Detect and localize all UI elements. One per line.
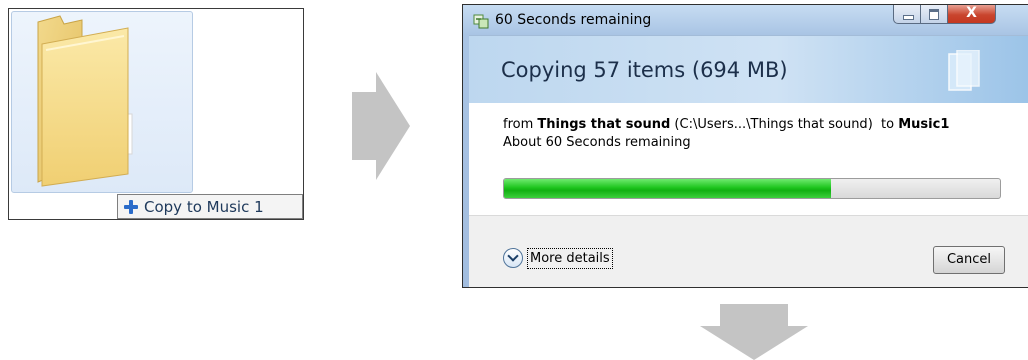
destination-folder-link[interactable]: Music1 <box>898 117 949 132</box>
from-prefix: from <box>503 117 534 132</box>
maximize-button[interactable] <box>921 5 948 24</box>
copy-to-tooltip: Copy to Music 1 <box>117 194 303 219</box>
chevron-down-icon[interactable] <box>503 248 523 268</box>
close-button[interactable]: X <box>948 5 996 24</box>
copy-dialog-icon <box>473 14 489 29</box>
folder-icon <box>37 15 133 187</box>
source-folder-link[interactable]: Things that sound <box>537 117 670 132</box>
copy-to-label: Copy to Music 1 <box>144 197 264 216</box>
window-controls: X <box>893 5 996 25</box>
to-prefix: to <box>881 117 895 132</box>
cancel-button[interactable]: Cancel <box>933 246 1005 274</box>
copy-status-heading: Copying 57 items (694 MB) <box>501 58 788 82</box>
minimize-button[interactable] <box>893 5 921 24</box>
source-path: (C:\Users...\Things that sound) <box>674 117 873 132</box>
dialog-body: from Things that sound (C:\Users...\Thin… <box>469 103 1028 215</box>
copy-progress-dialog: 60 Seconds remaining X Copying 57 items … <box>462 4 1028 288</box>
progress-fill <box>504 179 832 198</box>
copy-source-destination: from Things that sound (C:\Users...\Thin… <box>503 117 949 132</box>
dialog-footer: More details Cancel <box>469 215 1028 287</box>
time-remaining: About 60 Seconds remaining <box>503 135 691 150</box>
header-decoration-icon <box>948 50 980 91</box>
dialog-header: Copying 57 items (694 MB) <box>469 35 1028 104</box>
arrow-right-icon <box>352 72 410 180</box>
plus-icon <box>124 199 138 214</box>
more-details-label[interactable]: More details <box>527 247 613 269</box>
more-details-toggle[interactable]: More details <box>503 246 613 270</box>
folder-tile[interactable] <box>11 11 193 193</box>
arrow-down-icon <box>700 304 808 360</box>
progress-bar <box>503 178 1001 199</box>
title-bar[interactable]: 60 Seconds remaining X <box>463 5 1028 35</box>
window-title: 60 Seconds remaining <box>495 12 652 28</box>
drag-preview-panel: Copy to Music 1 <box>8 8 304 220</box>
